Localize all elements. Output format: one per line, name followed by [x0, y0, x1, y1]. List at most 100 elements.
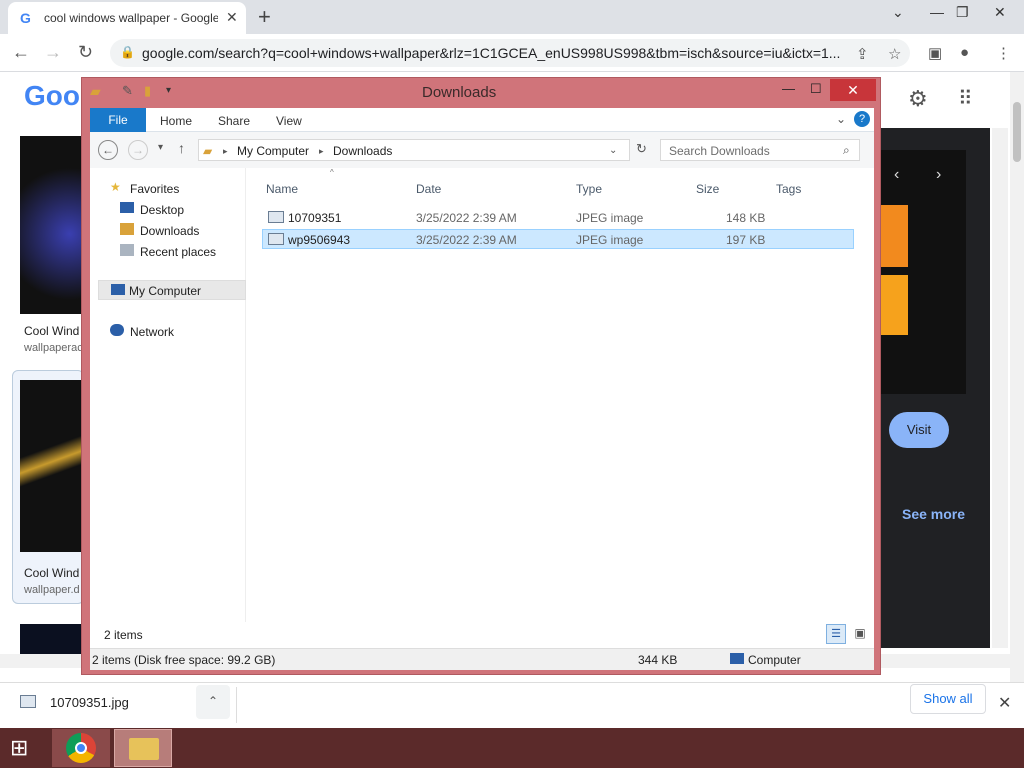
nav-my-computer[interactable]: My Computer — [129, 284, 201, 298]
google-favicon-icon: G — [20, 10, 31, 26]
start-windows-icon[interactable]: ⊞ — [10, 735, 28, 761]
nav-favorites[interactable]: Favorites — [130, 182, 179, 196]
url-text: google.com/search?q=cool+windows+wallpap… — [142, 45, 841, 61]
download-options-icon[interactable]: ⌃ — [196, 685, 230, 719]
menu-kebab-icon[interactable]: ⋮ — [996, 44, 1011, 62]
search-placeholder: Search Downloads — [669, 144, 770, 158]
page-scroll-thumb[interactable] — [1013, 102, 1021, 162]
column-size[interactable]: Size — [696, 182, 719, 196]
file-date: 3/25/2022 2:39 AM — [416, 211, 517, 225]
side-panel-icon[interactable]: ▣ — [928, 44, 942, 62]
preview-image[interactable] — [880, 150, 966, 394]
settings-gear-icon[interactable]: ⚙ — [908, 86, 928, 112]
new-folder-icon[interactable]: ▮ — [144, 83, 151, 99]
nav-my-computer-row[interactable]: My Computer — [98, 280, 246, 300]
nav-downloads[interactable]: Downloads — [140, 224, 199, 238]
explorer-window: ▰ ✎ ▮ ▾ Downloads — ☐ ✕ File Home Share … — [81, 77, 881, 675]
apps-grid-icon[interactable]: ⠿ — [958, 86, 973, 111]
file-row[interactable]: 10709351 3/25/2022 2:39 AM JPEG image 14… — [262, 208, 854, 228]
taskbar-chrome-button[interactable] — [52, 729, 110, 767]
column-type[interactable]: Type — [576, 182, 602, 196]
file-row-selected[interactable]: wp9506943 3/25/2022 2:39 AM JPEG image 1… — [262, 229, 854, 249]
tab-home[interactable]: Home — [160, 114, 192, 128]
address-dropdown-icon[interactable]: ⌄ — [609, 145, 617, 156]
breadcrumb-chevron-icon[interactable]: ▸ — [223, 146, 228, 157]
tab-search-icon[interactable]: ⌄ — [892, 4, 904, 21]
qat-dropdown-icon[interactable]: ▾ — [166, 85, 171, 96]
breadcrumb-downloads[interactable]: Downloads — [333, 144, 392, 158]
result-image-3[interactable] — [20, 624, 82, 654]
nav-recent-places[interactable]: Recent places — [140, 245, 216, 259]
browser-tab[interactable]: G cool windows wallpaper - Google ✕ — [8, 2, 246, 34]
recent-locations-icon[interactable]: ▾ — [158, 142, 163, 153]
address-bar[interactable]: 🔒 google.com/search?q=cool+windows+wallp… — [110, 39, 910, 67]
file-type: JPEG image — [576, 211, 644, 225]
preview-next-icon[interactable]: › — [936, 166, 941, 184]
result-caption-1[interactable]: Cool Wind — [24, 324, 79, 338]
search-icon[interactable]: ⌕ — [843, 143, 850, 158]
tab-file[interactable]: File — [90, 108, 146, 132]
up-icon[interactable]: ↑ — [178, 140, 185, 156]
properties-icon[interactable]: ✎ — [122, 83, 133, 99]
new-tab-icon[interactable]: + — [258, 4, 271, 30]
page-scrollbar[interactable] — [1010, 72, 1024, 682]
column-date[interactable]: Date — [416, 182, 441, 196]
forward-icon[interactable]: → — [44, 42, 62, 63]
file-type: JPEG image — [576, 233, 644, 247]
file-name[interactable]: 10709351 — [288, 211, 341, 225]
column-name[interactable]: Name — [266, 182, 298, 196]
explorer-minimize-icon[interactable]: — — [782, 81, 795, 96]
preview-prev-icon[interactable]: ‹ — [894, 166, 899, 184]
computer-icon — [111, 284, 125, 295]
details-view-icon[interactable]: ☰ — [826, 624, 846, 644]
search-input[interactable]: Search Downloads ⌕ — [660, 139, 860, 161]
file-name[interactable]: wp9506943 — [288, 233, 350, 247]
explorer-title: Downloads — [422, 84, 497, 101]
explorer-close-button[interactable]: ✕ — [830, 79, 876, 101]
nav-network[interactable]: Network — [130, 325, 174, 339]
address-folder-icon: ▰ — [203, 144, 213, 158]
jpeg-file-icon — [268, 211, 284, 223]
minimize-icon[interactable]: — — [930, 4, 944, 20]
large-icons-view-icon[interactable]: ▣ — [850, 624, 870, 644]
nav-desktop[interactable]: Desktop — [140, 203, 184, 217]
restore-icon[interactable]: ❐ — [956, 4, 969, 21]
column-tags[interactable]: Tags — [776, 182, 801, 196]
result-image-1[interactable] — [20, 136, 82, 314]
back-icon[interactable]: ← — [12, 42, 30, 63]
result-image-2[interactable] — [20, 380, 82, 552]
explorer-back-icon[interactable]: ← — [98, 140, 118, 160]
explorer-address-bar[interactable]: ▰ ▸ My Computer ▸ Downloads ⌄ — [198, 139, 630, 161]
help-icon[interactable]: ? — [854, 111, 870, 127]
status-location: Computer — [748, 653, 801, 667]
show-all-button[interactable]: Show all — [910, 684, 986, 714]
tab-view[interactable]: View — [276, 114, 302, 128]
close-downloads-bar-icon[interactable]: ✕ — [998, 693, 1011, 713]
share-icon[interactable]: ⇪ — [856, 45, 869, 63]
tab-close-icon[interactable]: ✕ — [226, 9, 238, 26]
reload-icon[interactable]: ↻ — [78, 42, 93, 63]
close-window-icon[interactable]: ✕ — [994, 4, 1006, 21]
lock-icon: 🔒 — [120, 45, 135, 59]
ribbon-tabs: File Home Share View ⌄ ? — [90, 108, 874, 132]
navigation-pane: ★ Favorites Desktop Downloads Recent pla… — [90, 168, 246, 642]
see-more-link[interactable]: See more — [902, 506, 965, 522]
expand-ribbon-icon[interactable]: ⌄ — [836, 112, 846, 126]
folder-quick-access-icon[interactable]: ▰ — [90, 83, 101, 100]
taskbar-explorer-button[interactable] — [114, 729, 172, 767]
preview-scrollbar[interactable] — [992, 128, 1008, 648]
download-file-name[interactable]: 10709351.jpg — [50, 695, 129, 710]
explorer-maximize-icon[interactable]: ☐ — [810, 81, 822, 97]
explorer-forward-icon[interactable]: → — [128, 140, 148, 160]
profile-avatar-icon[interactable]: ● — [960, 44, 969, 61]
status-bar: 2 items (Disk free space: 99.2 GB) 344 K… — [90, 648, 874, 670]
visit-button[interactable]: Visit — [889, 412, 949, 448]
bookmark-star-icon[interactable]: ☆ — [888, 45, 901, 63]
refresh-icon[interactable]: ↻ — [636, 141, 647, 157]
breadcrumb-chevron-icon[interactable]: ▸ — [319, 146, 324, 157]
tab-share[interactable]: Share — [218, 114, 250, 128]
google-logo[interactable]: Goo — [24, 80, 80, 112]
breadcrumb-my-computer[interactable]: My Computer — [237, 144, 309, 158]
result-caption-2[interactable]: Cool Wind — [24, 566, 79, 580]
result-source-1: wallpaperac — [24, 342, 83, 354]
